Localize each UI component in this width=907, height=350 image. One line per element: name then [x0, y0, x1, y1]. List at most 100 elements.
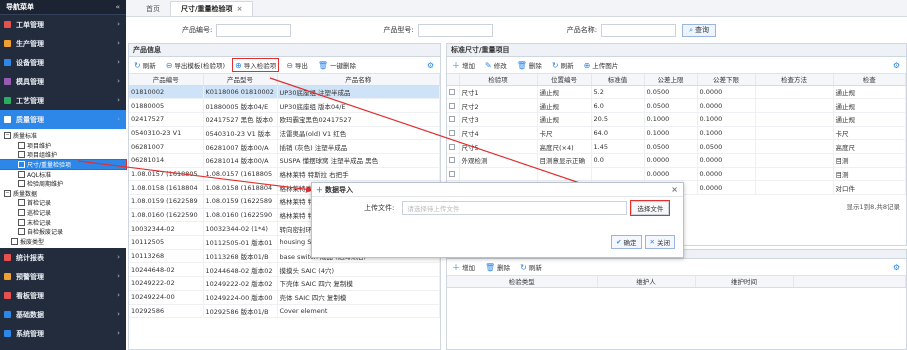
query-button[interactable]: ⌕ 查询	[682, 23, 716, 37]
gear-icon[interactable]: ⚙	[427, 61, 434, 70]
row-checkbox[interactable]	[447, 112, 460, 127]
table-row[interactable]: 0.0000 0.0000 目测	[447, 167, 906, 182]
column-header[interactable]: 产品型号	[203, 74, 278, 86]
table-row[interactable]: 10249222-02 10249222-02 版本02 下壳体 SAIC 四穴 复…	[129, 276, 440, 291]
tree-item[interactable]: AQL标准	[0, 169, 126, 179]
table-row[interactable]: 外观检测 目测意显示正确 0.0 0.0000 0.0000 目测	[447, 153, 906, 168]
tab-size-weight[interactable]: 尺寸/重量检验项 ×	[170, 1, 254, 16]
column-header[interactable]: 标准值	[591, 74, 645, 86]
row-checkbox[interactable]	[447, 139, 460, 154]
delete-button[interactable]: 🗑 删除	[515, 59, 544, 71]
menu-item[interactable]: 统计报表 ›	[0, 248, 126, 267]
tree-item[interactable]: − 质量标准	[0, 131, 126, 141]
checkbox-icon[interactable]	[449, 129, 455, 136]
column-header[interactable]: 检查方法	[755, 74, 834, 86]
choose-file-button[interactable]: 选择文件	[630, 200, 671, 216]
upload-image-button[interactable]: ⊕ 上传图片	[582, 59, 621, 71]
tree-item[interactable]: 报废类型	[0, 237, 126, 247]
delete-all-button[interactable]: 🗑 一键删除	[316, 59, 358, 71]
checkbox-icon[interactable]	[449, 170, 455, 177]
table-row[interactable]: 02417527 02417527 黑色 版本0 欧玛霸宝黑色02417527	[129, 112, 440, 127]
column-header[interactable]: 维护时间	[695, 276, 794, 288]
edit-button[interactable]: ✎ 修改	[483, 59, 509, 71]
column-header[interactable]: 位置编号	[537, 74, 592, 86]
product-code-input[interactable]	[216, 23, 292, 37]
gear-icon[interactable]: ⚙	[893, 263, 900, 272]
table-row[interactable]: 0540310-23 V1 0540310-23 V1 版本 法雷奥晶(old) V…	[129, 126, 440, 141]
tree-item[interactable]: 项目维护	[0, 141, 126, 151]
table-cell: 尺寸1	[459, 85, 538, 100]
menu-item[interactable]: 设备管理 ›	[0, 53, 126, 72]
menu-item[interactable]: 基础数据 ›	[0, 305, 126, 324]
tree-item[interactable]: 自检报废记录	[0, 227, 126, 237]
column-header[interactable]: 维护人	[597, 276, 696, 288]
import-button[interactable]: ⊕ 导入检验项	[231, 58, 280, 72]
table-row[interactable]: 尺寸3 通止规 20.5 0.1000 0.1000 通止规	[447, 112, 906, 127]
table-row[interactable]: 10249224-00 10249224-00 版本00 壳体 SAIC 四穴 复制…	[129, 290, 440, 305]
row-checkbox[interactable]	[447, 98, 460, 113]
checkbox-icon[interactable]	[449, 143, 455, 150]
tab-close-icon[interactable]: ×	[237, 5, 243, 13]
product-model-input[interactable]	[417, 23, 493, 37]
add-button[interactable]: ＋增加	[450, 59, 477, 72]
checkbox-icon[interactable]	[449, 116, 455, 123]
table-row[interactable]: 10292586 10292586 版本01/B Cover element	[129, 304, 440, 319]
tree-item[interactable]: 首检记录	[0, 198, 126, 208]
table-row[interactable]: 01810002 K0118006 01810002 UP30底座组 注塑半成品	[129, 85, 440, 100]
export-template-button[interactable]: ⊖ 导出模板(检验项)	[164, 59, 227, 71]
add-type-button[interactable]: ＋增加	[450, 261, 477, 274]
export-button[interactable]: ⊖ 导出	[284, 59, 310, 71]
tree-item[interactable]: 项目组维护	[0, 150, 126, 160]
refresh-button[interactable]: ↻ 刷新	[550, 59, 576, 71]
column-header[interactable]: 产品名称	[277, 74, 440, 86]
menu-item[interactable]: 系统管理 ›	[0, 324, 126, 343]
tree-item[interactable]: 检验周期维护	[0, 179, 126, 189]
table-row[interactable]: 10244648-02 10244648-02 版本02 摸摸头 SAIC (4穴)	[129, 262, 440, 278]
menu-item[interactable]: 工单管理 ›	[0, 15, 126, 34]
tab-home[interactable]: 首页	[136, 1, 170, 16]
row-checkbox[interactable]	[447, 167, 460, 182]
table-row[interactable]: 1.08.0157 (1618805 1.08.0157 (1618805 格林莱特…	[129, 167, 440, 182]
collapse-icon[interactable]: «	[115, 3, 120, 11]
column-header[interactable]: 公差下限	[697, 74, 756, 86]
close-button[interactable]: ✕ 关闭	[644, 235, 675, 249]
upload-file-input[interactable]: 请选择待上传文件	[402, 201, 628, 215]
column-header[interactable]: 检查	[833, 74, 906, 86]
table-row[interactable]: 尺寸5 高度尺(×4) 1.45 0.0500 0.0500 高度尺	[447, 139, 906, 154]
tree-item[interactable]: 巡检记录	[0, 208, 126, 218]
column-header[interactable]: 检验类型	[447, 276, 598, 288]
menu-item[interactable]: 预警管理 ›	[0, 267, 126, 286]
close-icon[interactable]: ×	[671, 185, 678, 194]
column-header[interactable]: 检验项	[459, 74, 538, 86]
row-checkbox[interactable]	[447, 126, 460, 141]
row-checkbox[interactable]	[447, 85, 460, 100]
table-row[interactable]: 尺寸2 通止规 6.0 0.0500 0.0000 通止规	[447, 98, 906, 113]
column-header[interactable]: 公差上限	[644, 74, 698, 86]
table-row[interactable]: 01880005 01880005 版本04/E UP30底座组 版本04/E	[129, 98, 440, 113]
table-row[interactable]: 尺寸1 通止规 5.2 0.0500 0.0000 通止规	[447, 85, 906, 100]
table-row[interactable]: 06281007 06281007 版本00/A 插销 (灰色) 注塑半成品	[129, 139, 440, 154]
menu-item[interactable]: 看板管理 ›	[0, 286, 126, 305]
menu-item[interactable]: 生产管理 ›	[0, 34, 126, 53]
checkbox-icon[interactable]	[449, 157, 455, 164]
menu-item[interactable]: 质量管理 ›	[0, 110, 126, 129]
checkbox-icon[interactable]	[449, 102, 455, 109]
tree-item[interactable]: 末检记录	[0, 217, 126, 227]
ok-button[interactable]: ✔ 确定	[611, 235, 642, 249]
tree-item[interactable]: 尺寸/重量检验项	[0, 158, 127, 171]
table-cell	[755, 180, 834, 195]
checkbox-icon[interactable]	[449, 88, 455, 95]
menu-item[interactable]: 模具管理 ›	[0, 72, 126, 91]
delete-type-button[interactable]: 🗑 删除	[483, 261, 512, 273]
refresh-button[interactable]: ↻ 刷新	[132, 59, 158, 71]
refresh-type-button[interactable]: ↻ 刷新	[518, 261, 544, 273]
table-row[interactable]: 尺寸4 卡尺 64.0 0.1000 0.1000 卡尺	[447, 126, 906, 141]
product-name-input[interactable]	[601, 23, 677, 37]
row-checkbox[interactable]	[447, 153, 460, 168]
table-cell: 高度尺(×4)	[537, 139, 592, 154]
table-row[interactable]: 06281014 06281014 版本00/A SUSPA 懂摆球窝 注塑半成品 …	[129, 153, 440, 168]
menu-item[interactable]: 工艺管理 ›	[0, 91, 126, 110]
gear-icon[interactable]: ⚙	[893, 61, 900, 70]
tree-item[interactable]: − 质量数据	[0, 189, 126, 199]
column-header[interactable]: 产品编号	[129, 74, 204, 86]
